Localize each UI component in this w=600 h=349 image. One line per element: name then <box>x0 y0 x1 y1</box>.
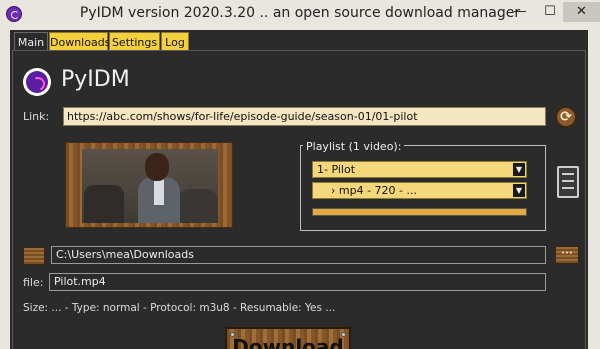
video-select-value: 1- Pilot <box>317 163 356 176</box>
main-panel: PyIDM Link: https://abc.com/shows/for-li… <box>12 50 586 349</box>
chevron-down-icon[interactable]: ▼ <box>513 184 525 197</box>
chevron-down-icon[interactable]: ▼ <box>513 163 525 176</box>
tab-settings[interactable]: Settings <box>109 32 160 52</box>
download-button[interactable]: Download <box>225 327 351 349</box>
download-button-label: Download <box>232 335 344 349</box>
link-input[interactable]: https://abc.com/shows/for-life/episode-g… <box>63 107 546 126</box>
download-info: Size: ... - Type: normal - Protocol: m3u… <box>23 302 336 314</box>
minimize-button[interactable]: — <box>506 2 534 22</box>
playlist-title: Playlist (1 video): <box>303 140 405 153</box>
checklist-button[interactable] <box>557 166 579 198</box>
progress-fill <box>313 209 526 215</box>
folder-input[interactable]: C:\Users\mea\Downloads <box>51 246 546 264</box>
refresh-icon: ⟳ <box>560 109 572 125</box>
thumbnail-frame <box>65 142 233 228</box>
video-thumbnail <box>82 149 218 223</box>
stream-select-value: › mp4 - 720 - ... <box>331 184 418 197</box>
link-label: Link: <box>23 110 50 123</box>
maximize-button[interactable]: ☐ <box>536 2 564 22</box>
progress-bar <box>312 208 527 216</box>
file-name-input[interactable]: Pilot.mp4 <box>49 273 546 291</box>
pyidm-logo-icon <box>23 68 51 96</box>
refresh-button[interactable]: ⟳ <box>555 106 577 128</box>
folder-icon[interactable] <box>23 247 45 265</box>
stream-select[interactable]: › mp4 - 720 - ... ▼ <box>312 182 527 199</box>
browse-button[interactable]: ··· <box>555 246 579 264</box>
tab-log[interactable]: Log <box>161 32 189 52</box>
file-label: file: <box>23 276 44 289</box>
video-select[interactable]: 1- Pilot ▼ <box>312 161 527 178</box>
close-button[interactable]: ✕ <box>563 2 600 22</box>
tab-downloads[interactable]: Downloads <box>49 32 110 52</box>
title-bar: PyIDM version 2020.3.20 .. an open sourc… <box>0 0 600 28</box>
app-name: PyIDM <box>61 67 130 92</box>
